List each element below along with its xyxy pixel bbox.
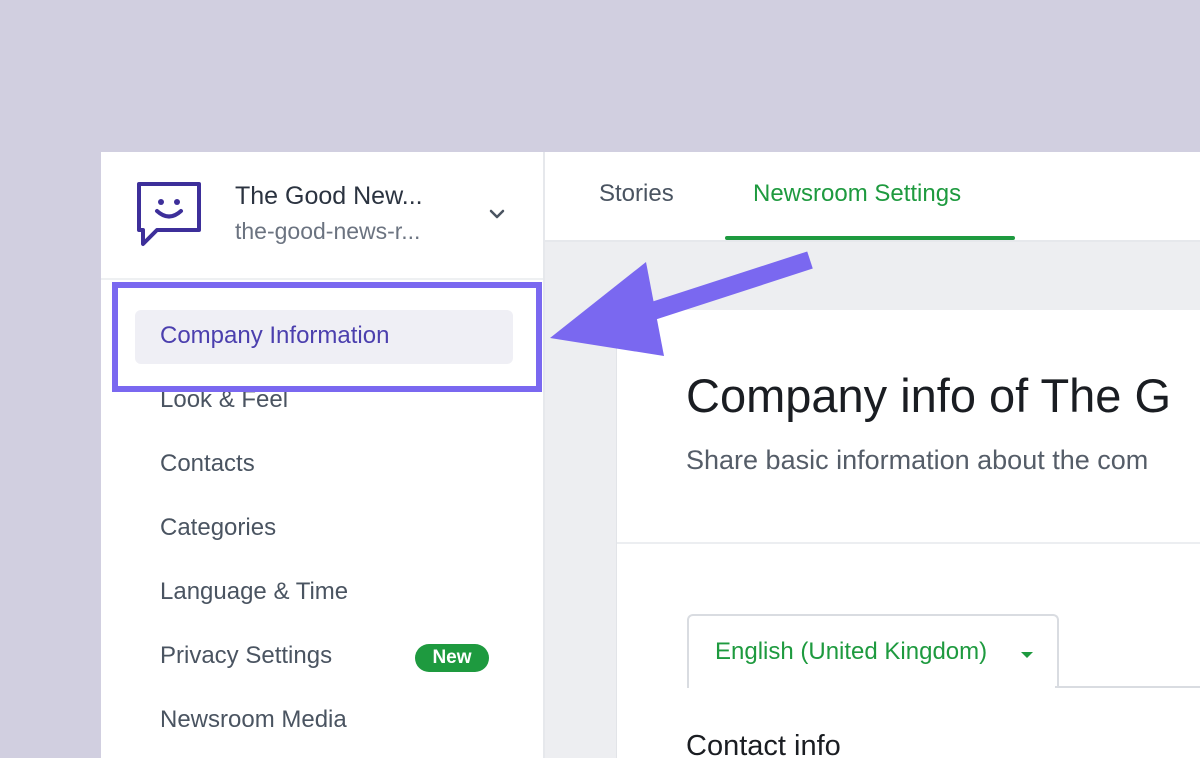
sidebar-item-newsroom-media[interactable]: Newsroom Media (160, 706, 347, 734)
section-title-contact-info: Contact info (686, 730, 841, 758)
caret-down-icon (1021, 652, 1033, 658)
language-selector[interactable]: English (United Kingdom) (687, 614, 1059, 688)
page-subtitle: Share basic information about the com (686, 445, 1149, 475)
page-title: Company info of The G (686, 369, 1172, 422)
tab-baseline (1055, 686, 1200, 688)
sidebar-item-categories[interactable]: Categories (160, 514, 276, 542)
newsroom-app: The Good New... the-good-news-r... Compa… (101, 152, 1200, 758)
tab-stories[interactable]: Stories (599, 180, 674, 208)
active-tab-indicator (725, 236, 1015, 240)
sidebar: The Good New... the-good-news-r... Compa… (101, 152, 545, 758)
newsroom-name: The Good New... (235, 182, 423, 210)
newsroom-switcher[interactable]: The Good New... the-good-news-r... (101, 152, 543, 280)
card-header: Company info of The G Share basic inform… (617, 310, 1200, 544)
company-info-card: Company info of The G Share basic inform… (616, 310, 1200, 758)
new-badge: New (415, 644, 489, 672)
highlight-box (112, 282, 542, 392)
sidebar-item-language-and-time[interactable]: Language & Time (160, 578, 348, 606)
top-tabs: Stories Newsroom Settings (545, 152, 1200, 242)
chevron-down-icon[interactable] (485, 204, 509, 224)
sidebar-item-contacts[interactable]: Contacts (160, 450, 255, 478)
newsroom-url: the-good-news-r... (235, 218, 421, 244)
language-label: English (United Kingdom) (715, 638, 988, 665)
smiley-chat-bubble-icon (137, 182, 201, 246)
tab-newsroom-settings[interactable]: Newsroom Settings (753, 180, 961, 208)
sidebar-item-privacy-settings[interactable]: Privacy Settings (160, 642, 332, 670)
